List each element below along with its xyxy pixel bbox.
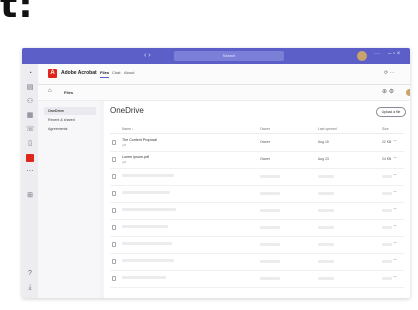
row-more-icon[interactable]: ··· <box>393 257 397 263</box>
nav-item-onedrive[interactable]: OneDrive <box>44 107 96 115</box>
teams-icon[interactable]: ⚇ <box>26 98 34 106</box>
acrobat-icon[interactable] <box>26 154 34 162</box>
table-row[interactable]: Lorem Ipsum.pdf pdf Owner Aug 23 24 KB ·… <box>110 152 404 169</box>
tab-about[interactable]: About <box>124 70 134 75</box>
placeholder-row: ··· <box>110 254 404 271</box>
file-icon <box>112 276 116 281</box>
file-list-panel: OneDrive Upload a file Name ↓ Owner Last… <box>104 101 410 298</box>
tab-chat[interactable]: Chat <box>112 70 120 75</box>
file-last-opened: Aug 23 <box>318 157 329 161</box>
avatar[interactable] <box>357 51 367 61</box>
file-owner: Owner <box>260 157 270 161</box>
calls-icon[interactable]: ☏ <box>26 126 35 134</box>
row-more-icon[interactable]: ··· <box>393 223 397 229</box>
files-icon[interactable]: ▯ <box>26 140 34 148</box>
row-more-icon[interactable]: ··· <box>393 206 397 212</box>
teams-window: ‹ › Search ··· – ▫ × ◔ ▤ ⚇ ▦ ☏ ▯ ⋯ ⊞ ? ⤓… <box>22 48 410 298</box>
column-size[interactable]: Size <box>382 127 389 131</box>
file-type: pdf <box>122 143 127 147</box>
apps-icon[interactable]: ⊞ <box>26 192 34 200</box>
placeholder-row: ··· <box>110 169 404 186</box>
file-size: 22 KB <box>382 140 392 144</box>
help-icon[interactable]: ? <box>26 270 34 278</box>
app-header-actions[interactable]: ⟳ ⋯ <box>384 70 395 76</box>
file-name[interactable]: The Content Proposal <box>122 138 157 142</box>
app-header: A Adobe Acrobat Files Chat About ⟳ ⋯ <box>38 64 410 85</box>
file-icon <box>112 174 116 179</box>
row-more-icon[interactable]: ··· <box>393 274 397 280</box>
file-icon <box>112 157 116 162</box>
column-owner[interactable]: Owner <box>260 127 270 131</box>
column-name[interactable]: Name ↓ <box>122 127 134 131</box>
table-header: Name ↓ Owner Last opened Size <box>110 125 404 134</box>
row-more-icon[interactable]: ··· <box>393 172 397 178</box>
upload-file-button[interactable]: Upload a file <box>376 107 406 117</box>
files-nav: OneDrive Recent & shared Agreements <box>38 101 100 298</box>
file-icon <box>112 259 116 264</box>
subheader-actions[interactable]: ⊕ ⚙ <box>382 88 394 95</box>
files-subheader: ⌂ Files ⊕ ⚙ <box>38 85 410 101</box>
more-apps-icon[interactable]: ⋯ <box>26 168 34 176</box>
more-options-icon[interactable]: ··· <box>374 51 380 57</box>
tab-files[interactable]: Files <box>100 70 110 78</box>
app-name: Adobe Acrobat <box>61 70 97 76</box>
file-last-opened: Aug 15 <box>318 140 329 144</box>
placeholder-row: ··· <box>110 203 404 220</box>
download-icon[interactable]: ⤓ <box>26 284 34 292</box>
nav-item-recent-shared[interactable]: Recent & shared <box>44 116 96 124</box>
file-icon <box>112 225 116 230</box>
file-type: pdf <box>122 160 127 164</box>
activity-icon[interactable]: ◔ <box>26 70 34 78</box>
placeholder-row: ··· <box>110 186 404 203</box>
file-icon <box>112 191 116 196</box>
titlebar: ‹ › Search ··· – ▫ × <box>22 48 410 64</box>
page-title: OneDrive <box>110 106 144 115</box>
chat-icon[interactable]: ▤ <box>26 84 34 92</box>
nav-item-agreements[interactable]: Agreements <box>44 125 96 133</box>
row-more-icon[interactable]: ··· <box>393 240 397 246</box>
file-owner: Owner <box>260 140 270 144</box>
file-icon <box>112 208 116 213</box>
placeholder-row: ··· <box>110 237 404 254</box>
table-row[interactable]: The Content Proposal pdf Owner Aug 15 22… <box>110 135 404 152</box>
calendar-icon[interactable]: ▦ <box>26 112 34 120</box>
file-icon <box>112 140 116 145</box>
row-more-icon[interactable]: ··· <box>393 189 397 195</box>
user-avatar[interactable] <box>406 89 410 96</box>
search-input[interactable]: Search <box>174 51 284 61</box>
app-rail: ◔ ▤ ⚇ ▦ ☏ ▯ ⋯ ⊞ ? ⤓ <box>22 64 38 298</box>
placeholder-row: ··· <box>110 271 404 288</box>
column-last-opened[interactable]: Last opened <box>318 127 337 131</box>
file-name[interactable]: Lorem Ipsum.pdf <box>122 155 149 159</box>
file-icon <box>112 242 116 247</box>
page-heading: t: <box>0 0 34 26</box>
file-size: 24 KB <box>382 157 392 161</box>
row-more-icon[interactable]: ··· <box>393 155 397 161</box>
files-title: Files <box>64 90 74 95</box>
acrobat-logo-icon: A <box>48 69 57 78</box>
row-more-icon[interactable]: ··· <box>393 138 397 144</box>
back-forward-nav[interactable]: ‹ › <box>144 52 151 59</box>
home-icon[interactable]: ⌂ <box>48 88 52 94</box>
window-controls[interactable]: – ▫ × <box>388 51 400 57</box>
placeholder-row: ··· <box>110 220 404 237</box>
